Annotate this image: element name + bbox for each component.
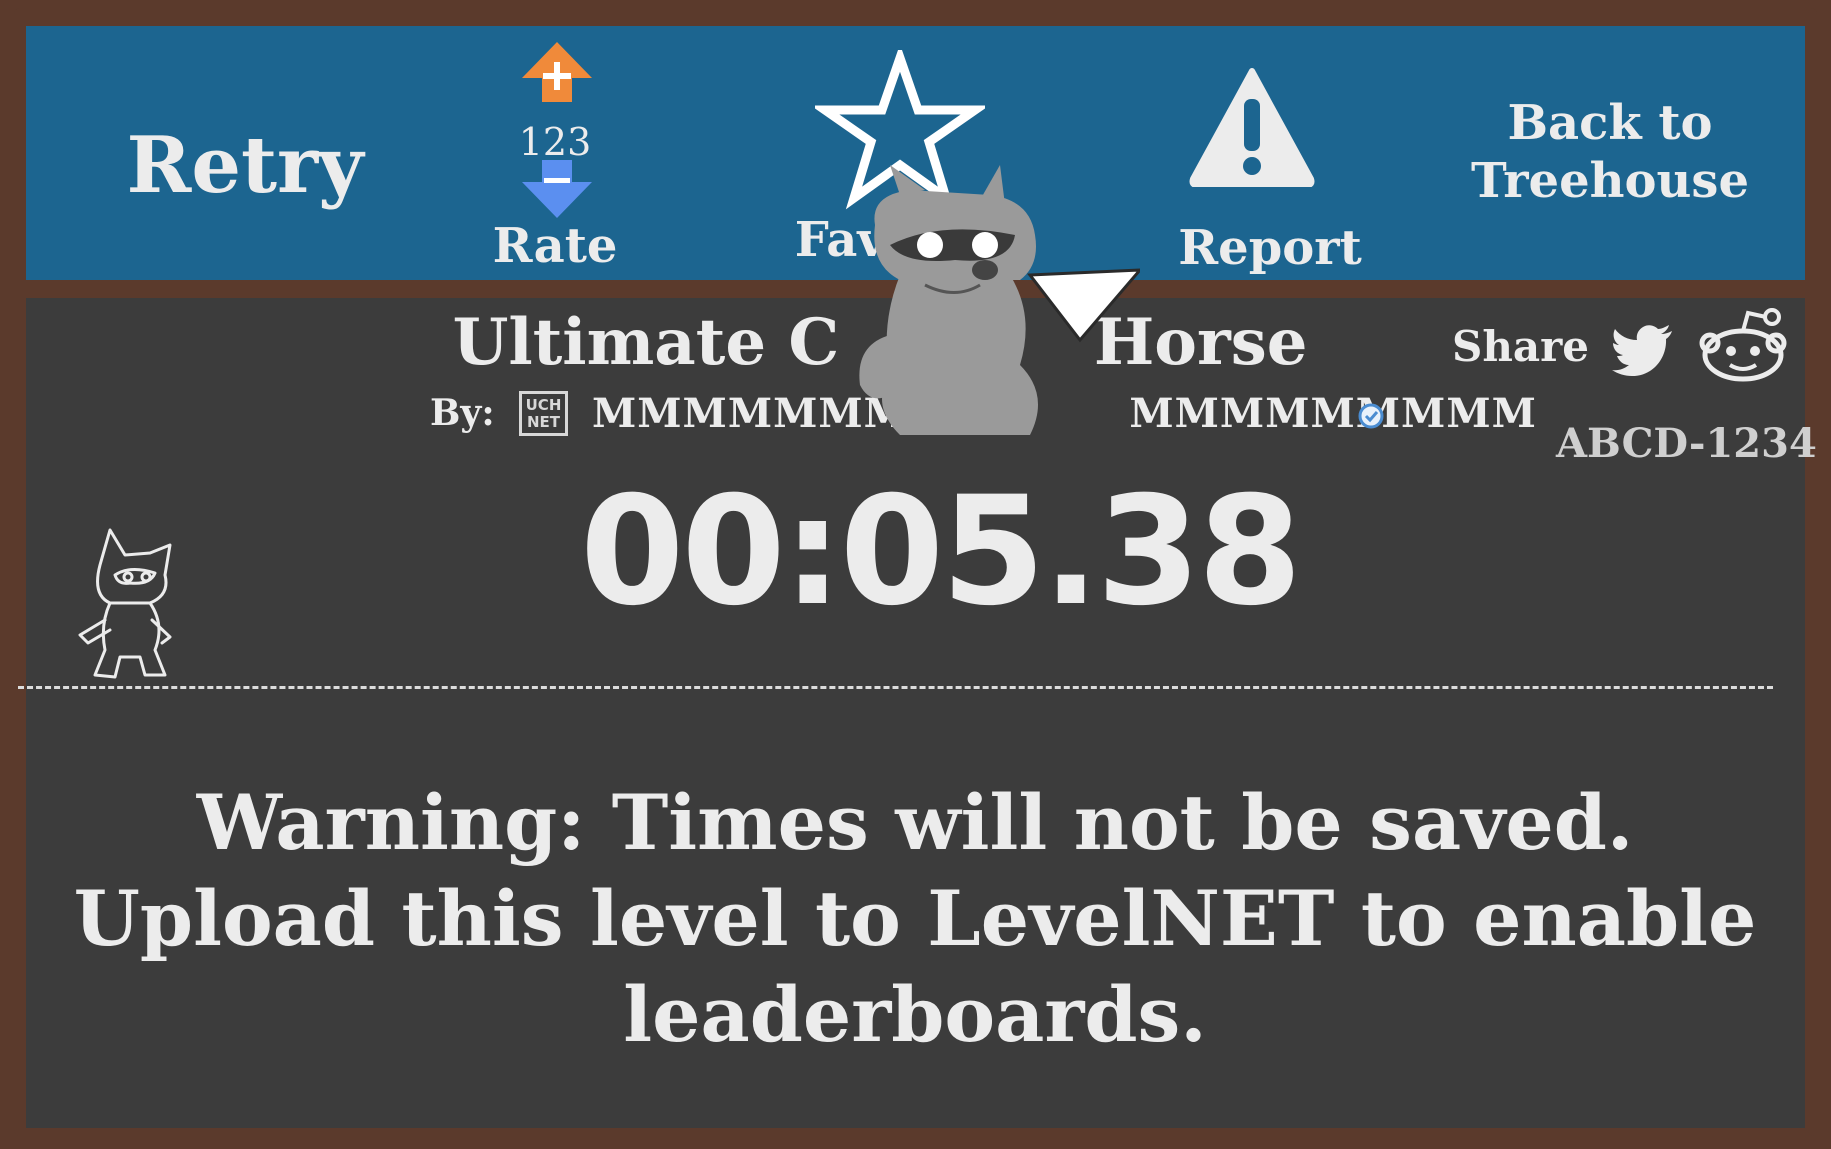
retry-button[interactable]: Retry <box>110 120 380 211</box>
warning-line3: leaderboards. <box>623 970 1207 1059</box>
rate-control: 123 Rate <box>493 40 617 275</box>
warning-line1: Warning: Times will not be saved. <box>196 778 1634 867</box>
author-name-end: MMMMMMMMM <box>1129 390 1537 437</box>
uch-net-logo: UCH NET <box>519 391 568 436</box>
back-label-line2: Treehouse <box>1471 153 1749 209</box>
raccoon-sketch-icon <box>78 528 172 679</box>
twitter-icon[interactable] <box>1612 325 1674 377</box>
by-label: By: <box>430 392 495 434</box>
level-code: ABCD-1234 <box>1556 420 1817 467</box>
report-button[interactable]: Report <box>1155 65 1385 276</box>
divider <box>18 686 1773 689</box>
warning-line2: Upload this level to LevelNET to enable <box>73 874 1757 963</box>
level-title-start: Ultimate C <box>452 305 840 380</box>
raccoon-player-cursor <box>859 165 1140 435</box>
reddit-icon[interactable] <box>1698 305 1788 385</box>
downvote-icon[interactable] <box>520 158 594 220</box>
verified-check-icon <box>1358 403 1384 429</box>
report-label: Report <box>1178 220 1362 276</box>
warning-icon <box>1189 68 1315 187</box>
run-time: 00:05.38 <box>580 465 1302 639</box>
back-label-line1: Back to <box>1507 95 1713 151</box>
warning-message: Warning: Times will not be saved. Upload… <box>40 775 1790 1063</box>
upvote-icon[interactable] <box>520 40 594 104</box>
share-label: Share <box>1452 322 1589 371</box>
rate-label: Rate <box>492 218 618 274</box>
retry-label: Retry <box>126 120 364 211</box>
back-to-treehouse-button[interactable]: Back to Treehouse <box>1450 95 1770 225</box>
